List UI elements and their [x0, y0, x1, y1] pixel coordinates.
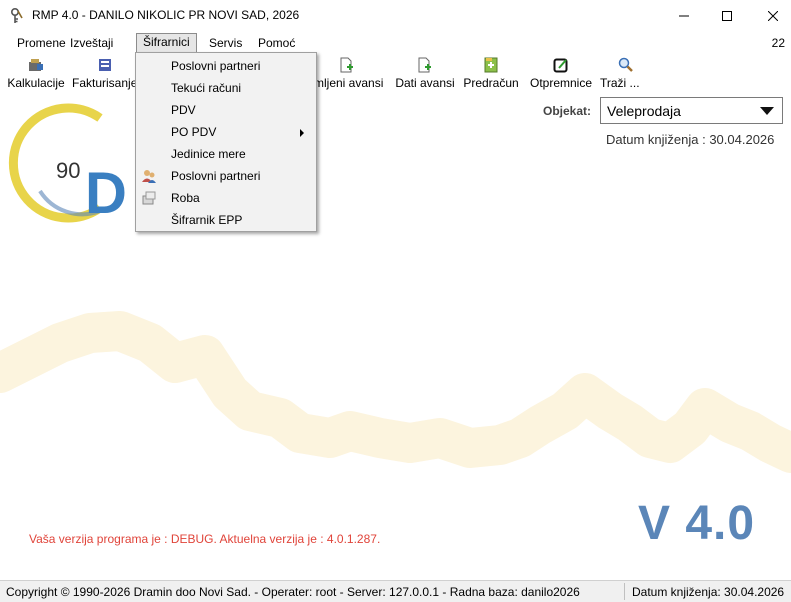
- chevron-down-icon: [760, 107, 774, 115]
- window-title: RMP 4.0 - DANILO NIKOLIC PR NOVI SAD, 20…: [32, 8, 300, 22]
- dropdown-item-label: Poslovni partneri: [171, 59, 261, 73]
- status-bar: Copyright © 1990-2026 Dramin doo Novi Sa…: [0, 580, 791, 602]
- status-separator: [624, 583, 625, 600]
- dropdown-item-label: Poslovni partneri: [171, 169, 261, 183]
- version-big-text: V 4.0: [638, 497, 756, 550]
- dropdown-item-sifrarnik-epp[interactable]: Šifrarnik EPP: [136, 209, 316, 231]
- minimize-button[interactable]: [661, 0, 707, 32]
- goods-icon: [142, 191, 156, 205]
- dropdown-item-label: Jedinice mere: [171, 147, 246, 161]
- maximize-button[interactable]: [704, 0, 750, 32]
- datum-knjizenja-top: Datum knjiženja : 30.04.2026: [606, 132, 775, 147]
- toolbar-trazi[interactable]: Traži ...: [600, 55, 644, 91]
- toolbar-dati-avansi[interactable]: Dati avansi: [394, 55, 456, 91]
- title-bar: RMP 4.0 - DANILO NIKOLIC PR NOVI SAD, 20…: [0, 0, 791, 32]
- status-right-text: Datum knjiženja: 30.04.2026: [632, 585, 785, 599]
- toolbar-label: Dati avansi: [395, 76, 455, 90]
- toolbar-label: Fakturisanje: [72, 76, 138, 90]
- dropdown-item-label: Roba: [171, 191, 200, 205]
- magnifier-icon: [618, 57, 633, 72]
- menu-pomoc[interactable]: Pomoć: [252, 34, 301, 52]
- menu-izvestaji[interactable]: Izveštaji: [64, 34, 119, 52]
- objekat-value: Veleprodaja: [607, 103, 681, 119]
- dropdown-item-poslovni-partneri-2[interactable]: Poslovni partneri: [136, 165, 316, 187]
- close-icon: [768, 11, 778, 21]
- dropdown-item-tekuci-racuni[interactable]: Tekući računi: [136, 77, 316, 99]
- toolbar-otpremnice[interactable]: Otpremnice: [528, 55, 594, 91]
- document-add-icon: [418, 57, 431, 73]
- status-left-text: Copyright © 1990-2026 Dramin doo Novi Sa…: [6, 585, 580, 599]
- menu-bar: Promene Izveštaji Šifrarnici Servis Pomo…: [0, 32, 791, 53]
- dropdown-item-pdv[interactable]: PDV: [136, 99, 316, 121]
- dropdown-item-label: Tekući računi: [171, 81, 242, 95]
- watermark-wave: [0, 311, 791, 473]
- dropdown-item-po-pdv[interactable]: PO PDV: [136, 121, 316, 143]
- toolbar-kalkulacije[interactable]: Kalkulacije: [6, 55, 66, 91]
- document-add-icon: [340, 57, 353, 73]
- toolbar-label: Predračun: [463, 76, 519, 90]
- toolbar-label: Kalkulacije: [7, 76, 65, 90]
- calculator-icon: [29, 59, 43, 71]
- invoice-icon: [99, 59, 111, 71]
- toolbar: Kalkulacije Fakturisanje mljeni avansi D…: [0, 53, 791, 93]
- toolbar-label: mljeni avansi: [314, 76, 384, 90]
- menu-sifrarnici[interactable]: Šifrarnici: [136, 33, 197, 53]
- partners-icon: [142, 170, 156, 183]
- objekat-label: Objekat:: [543, 104, 592, 118]
- dropdown-item-label: PDV: [171, 103, 196, 117]
- logo-90-text: 90: [56, 158, 80, 183]
- sifrarnici-dropdown: Poslovni partneri Tekući računi PDV PO P…: [135, 52, 317, 232]
- dropdown-item-label: PO PDV: [171, 125, 217, 139]
- menu-right-number: 22: [771, 36, 785, 50]
- dropdown-item-roba[interactable]: Roba: [136, 187, 316, 209]
- document-green-icon: [484, 57, 498, 73]
- submenu-arrow-icon: [300, 129, 304, 137]
- toolbar-label: Traži ...: [600, 76, 640, 90]
- toolbar-label: Otpremnice: [529, 76, 593, 90]
- close-button[interactable]: [750, 0, 791, 32]
- logo-d-text: D: [85, 161, 127, 226]
- dropdown-item-poslovni-partneri[interactable]: Poslovni partneri: [136, 55, 316, 77]
- minimize-icon: [679, 15, 689, 17]
- edit-box-icon: [553, 58, 568, 73]
- toolbar-predracun[interactable]: Predračun: [462, 55, 520, 91]
- version-debug-text: Vaša verzija programa je : DEBUG. Aktuel…: [29, 532, 381, 546]
- toolbar-fakturisanje[interactable]: Fakturisanje: [72, 55, 138, 91]
- toolbar-primljeni-avansi[interactable]: mljeni avansi: [314, 55, 386, 91]
- maximize-icon: [722, 11, 732, 21]
- dropdown-item-jedinice-mere[interactable]: Jedinice mere: [136, 143, 316, 165]
- objekat-select[interactable]: Veleprodaja: [600, 97, 783, 124]
- key-icon: [11, 8, 23, 23]
- dropdown-item-label: Šifrarnik EPP: [171, 213, 243, 227]
- menu-servis[interactable]: Servis: [203, 34, 248, 52]
- menu-promene[interactable]: Promene: [11, 34, 72, 52]
